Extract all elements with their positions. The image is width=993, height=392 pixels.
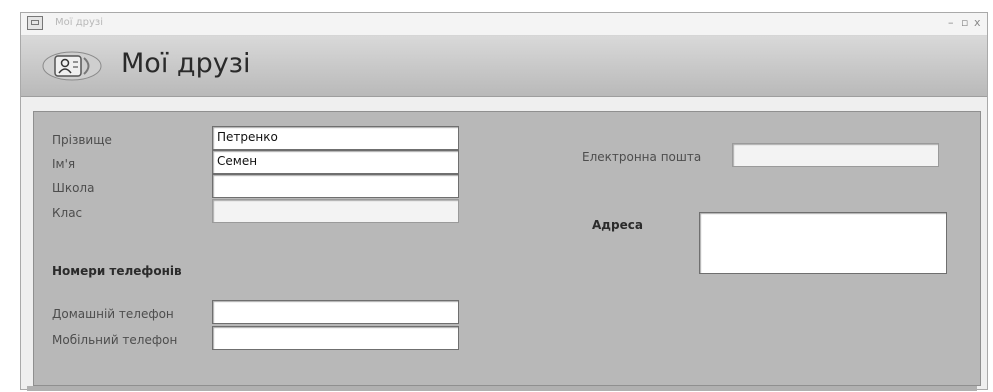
- home-phone-label: Домашній телефон: [52, 307, 174, 321]
- phones-heading: Номери телефонів: [52, 264, 182, 278]
- form-header: Мої друзі: [21, 36, 987, 97]
- school-field[interactable]: [212, 174, 459, 198]
- form-window-icon[interactable]: [27, 16, 43, 30]
- surname-label: Прізвище: [52, 133, 112, 147]
- form-window: Мої друзі – ▫ x Мої друзі Прізвище Петре…: [20, 12, 988, 391]
- surname-field[interactable]: Петренко: [212, 126, 459, 150]
- title-bar: Мої друзі – ▫ x: [21, 13, 987, 36]
- class-field[interactable]: [212, 199, 459, 223]
- minimize-button[interactable]: –: [948, 16, 954, 29]
- mobile-phone-field[interactable]: [212, 326, 459, 350]
- form-title: Мої друзі: [121, 48, 251, 79]
- address-field[interactable]: [699, 212, 947, 274]
- address-label: Адреса: [592, 218, 643, 232]
- contact-card-icon: [42, 51, 102, 81]
- restore-button[interactable]: ▫: [961, 16, 968, 29]
- mobile-phone-label: Мобільний телефон: [52, 333, 178, 347]
- email-label: Електронна пошта: [582, 150, 702, 164]
- name-label: Ім'я: [52, 157, 76, 171]
- email-field[interactable]: [732, 143, 939, 167]
- window-title: Мої друзі: [55, 17, 103, 28]
- name-field[interactable]: Семен: [212, 150, 459, 174]
- home-phone-field[interactable]: [212, 300, 459, 324]
- close-button[interactable]: x: [974, 16, 981, 29]
- form-bottom-border: [27, 386, 977, 391]
- detail-section: Прізвище Петренко Ім'я Семен Школа Клас …: [33, 111, 981, 386]
- class-label: Клас: [52, 206, 83, 220]
- school-label: Школа: [52, 181, 95, 195]
